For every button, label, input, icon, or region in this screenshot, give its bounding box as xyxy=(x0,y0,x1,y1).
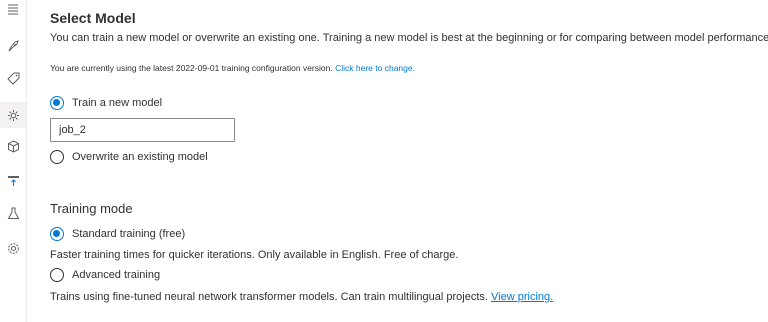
nav-item-deploy[interactable] xyxy=(0,167,26,193)
standard-training-description: Faster training times for quicker iterat… xyxy=(50,249,459,261)
nav-item-settings[interactable] xyxy=(0,235,26,261)
advanced-training-label: Advanced training xyxy=(72,269,161,281)
advanced-training-description-row: Trains using fine-tuned neural network t… xyxy=(50,291,553,303)
standard-training-label: Standard training (free) xyxy=(72,228,186,240)
main-content: Select Model You can train a new model o… xyxy=(50,0,768,322)
nav-menu-button[interactable] xyxy=(0,0,26,22)
model-name-input[interactable] xyxy=(50,118,235,142)
view-pricing-link[interactable]: View pricing. xyxy=(491,291,553,303)
app-root: Select Model You can train a new model o… xyxy=(0,0,768,322)
overwrite-model-option[interactable]: Overwrite an existing model xyxy=(50,150,208,164)
tag-icon xyxy=(6,72,20,85)
advanced-training-description: Trains using fine-tuned neural network t… xyxy=(50,291,488,303)
advanced-training-radio[interactable] xyxy=(50,268,64,282)
nav-item-tag[interactable] xyxy=(0,65,26,91)
train-new-model-label: Train a new model xyxy=(72,97,163,109)
train-new-model-option[interactable]: Train a new model xyxy=(50,96,162,110)
model-gear-icon xyxy=(7,109,20,122)
advanced-training-option[interactable]: Advanced training xyxy=(50,268,160,282)
rocket-icon xyxy=(7,39,20,53)
overwrite-model-label: Overwrite an existing model xyxy=(72,151,208,163)
standard-training-option[interactable]: Standard training (free) xyxy=(50,227,185,241)
standard-training-radio[interactable] xyxy=(50,227,64,241)
hamburger-menu-icon xyxy=(7,3,19,15)
nav-item-model[interactable] xyxy=(0,102,26,128)
select-model-description: You can train a new model or overwrite a… xyxy=(50,32,768,44)
select-model-title: Select Model xyxy=(50,10,136,26)
cube-icon xyxy=(7,139,20,153)
nav-rail xyxy=(0,0,27,322)
deploy-icon xyxy=(7,174,20,187)
train-new-model-radio[interactable] xyxy=(50,96,64,110)
training-mode-title: Training mode xyxy=(50,201,133,216)
settings-icon xyxy=(7,242,20,255)
overwrite-model-radio[interactable] xyxy=(50,150,64,164)
config-notice-text: You are currently using the latest 2022-… xyxy=(50,63,333,73)
change-config-link[interactable]: Click here to change. xyxy=(335,63,415,73)
nav-item-rocket[interactable] xyxy=(0,33,26,59)
config-notice: You are currently using the latest 2022-… xyxy=(50,63,415,73)
flask-icon xyxy=(7,207,20,220)
nav-item-cube[interactable] xyxy=(0,133,26,159)
nav-item-flask[interactable] xyxy=(0,200,26,226)
